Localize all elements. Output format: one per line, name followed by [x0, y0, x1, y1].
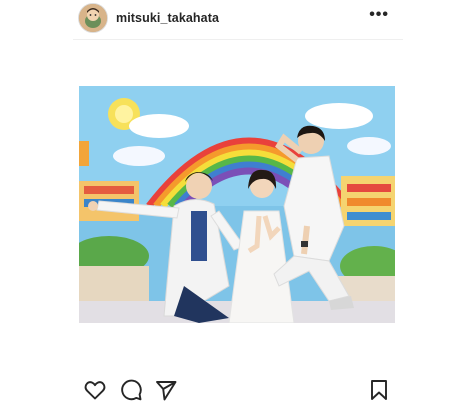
header-divider: [73, 39, 403, 40]
post-photo[interactable]: [79, 86, 395, 323]
username[interactable]: mitsuki_takahata: [116, 11, 219, 25]
send-icon[interactable]: [154, 378, 178, 402]
avatar[interactable]: [78, 3, 108, 33]
avatar-image: [79, 4, 107, 32]
more-options-button[interactable]: •••: [369, 6, 389, 24]
heart-icon[interactable]: [83, 378, 107, 402]
action-bar: [73, 378, 403, 404]
instagram-post: mitsuki_takahata •••: [73, 0, 403, 406]
comment-icon[interactable]: [119, 378, 143, 402]
bookmark-icon[interactable]: [367, 378, 391, 402]
photo-image: [79, 86, 395, 323]
post-header: mitsuki_takahata •••: [73, 0, 403, 36]
